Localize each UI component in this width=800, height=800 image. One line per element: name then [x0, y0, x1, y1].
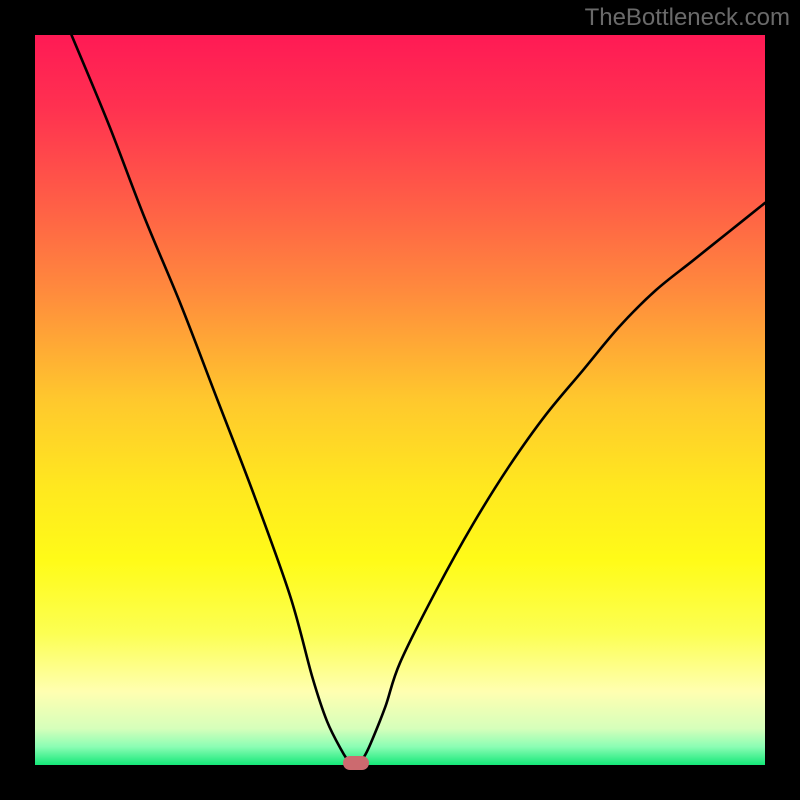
plot-svg	[35, 35, 765, 765]
gradient-background	[35, 35, 765, 765]
bottleneck-plot	[35, 35, 765, 765]
watermark-text: TheBottleneck.com	[585, 4, 790, 32]
bottleneck-marker	[343, 756, 369, 770]
chart-frame: TheBottleneck.com	[0, 0, 800, 800]
